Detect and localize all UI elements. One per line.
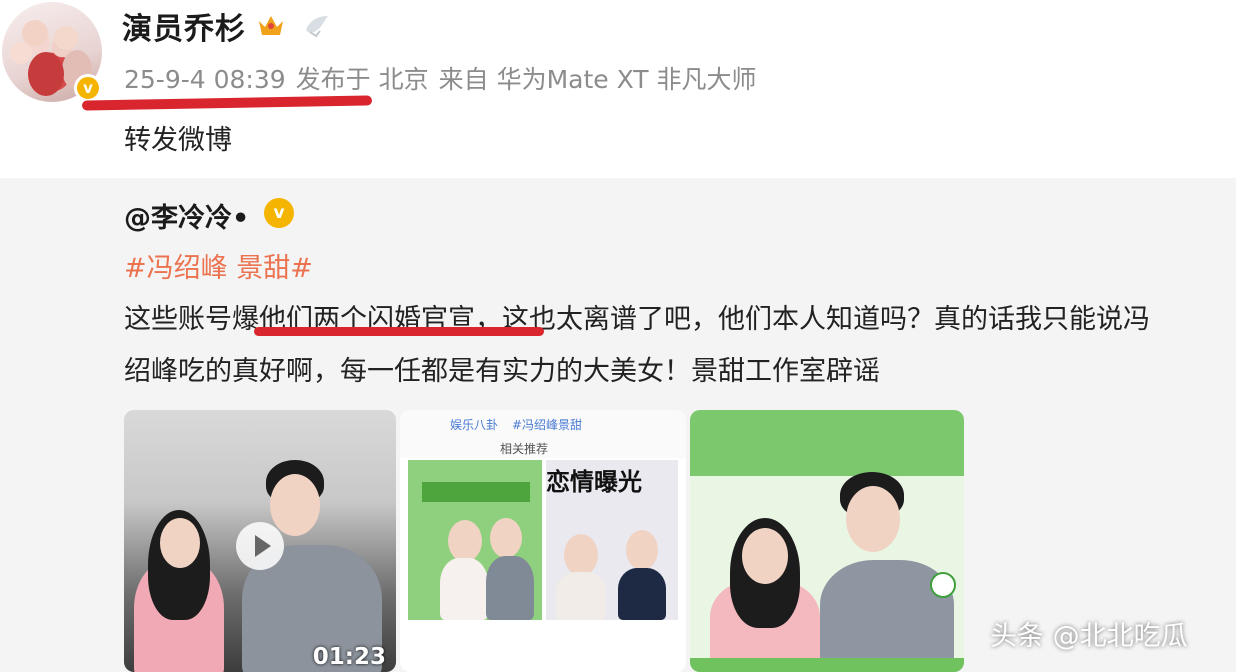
- play-icon[interactable]: [236, 522, 284, 570]
- quoted-body-line-1: 这些账号爆他们两个闪婚官宣，这也太离谱了吧，他们本人知道吗？真的话我只能说冯: [124, 304, 1150, 335]
- video-duration: 01:23: [312, 644, 386, 670]
- person-face: [846, 486, 900, 552]
- crown-member-icon: [259, 16, 283, 35]
- card-green-label: [422, 482, 530, 502]
- post-location: 发布于 北京: [295, 65, 429, 94]
- post-timestamp: 25-9-4 08:39: [124, 65, 286, 94]
- quoted-verified-icon: v: [264, 198, 294, 228]
- verified-badge-icon: v: [74, 74, 102, 102]
- repost-text: 转发微博: [124, 125, 232, 156]
- card-title: 恋情曝光: [546, 467, 642, 496]
- red-highlight-underline-2: [254, 327, 544, 336]
- logo-icon: [930, 572, 956, 598]
- card-tag-2: #冯绍峰景甜: [512, 418, 583, 432]
- post-meta: 25-9-4 08:39 发布于 北京 来自 华为Mate XT 非凡大师: [124, 60, 767, 96]
- person-face: [270, 474, 320, 536]
- person-face: [742, 528, 788, 584]
- quoted-body-line-2: 绍峰吃的真好啊，每一任都是有实力的大美女！景甜工作室辟谣: [124, 356, 880, 387]
- video-thumbnail[interactable]: 01:23: [124, 410, 396, 672]
- post-source: 来自 华为Mate XT 非凡大师: [438, 65, 757, 94]
- hashtag-link[interactable]: #冯绍峰 景甜#: [124, 246, 313, 285]
- author-name[interactable]: 演员乔杉: [122, 4, 246, 48]
- card-header: 相关推荐: [500, 442, 549, 456]
- quoted-body: 这些账号爆他们两个闪婚官宣，这也太离谱了吧，他们本人知道吗？真的话我只能说冯 绍…: [124, 294, 1224, 398]
- person-face: [160, 518, 200, 568]
- image-thumbnail-3[interactable]: [690, 410, 964, 672]
- photo-caption-bar: [690, 658, 964, 672]
- card-tag-1: 娱乐八卦: [450, 418, 499, 432]
- bird-badge-icon: [306, 16, 328, 38]
- quoted-author[interactable]: @李冷冷•: [124, 196, 249, 235]
- watermark: 头条 @北北吃瓜: [990, 621, 1188, 652]
- image-thumbnail-2[interactable]: 娱乐八卦 #冯绍峰景甜 相关推荐 恋情曝光: [400, 410, 686, 672]
